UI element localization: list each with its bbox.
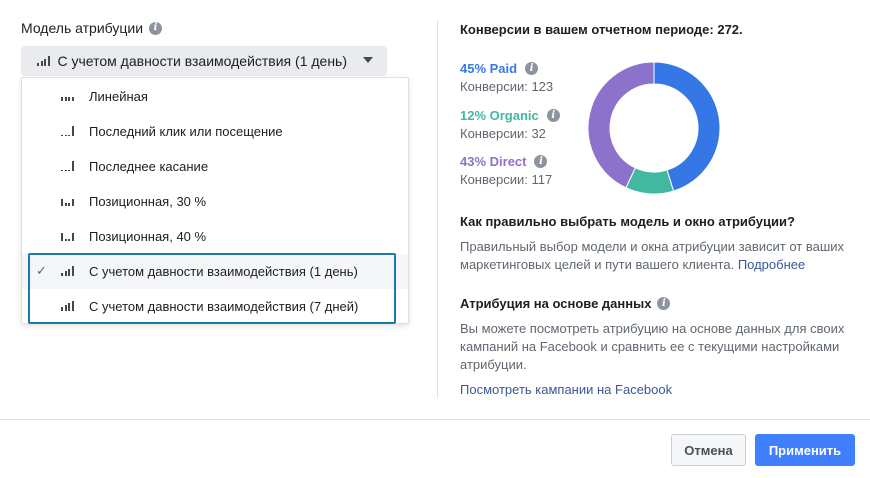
dropdown-option-label: Позиционная, 30 % (89, 194, 207, 209)
dropdown-option-label: Позиционная, 40 % (89, 229, 207, 244)
info-icon[interactable]: i (149, 21, 163, 35)
dropdown-option[interactable]: Последнее касание (22, 149, 408, 184)
dropdown-option-label: С учетом давности взаимодействия (1 день… (89, 264, 358, 279)
dropdown-option[interactable]: Последний клик или посещение (22, 114, 408, 149)
cancel-button[interactable]: Отмена (671, 434, 746, 466)
legend-direct-pct-row: 43% Direct i (460, 154, 552, 169)
attribution-model-dropdown: Линейная Последний клик или посещение Посл… (21, 77, 409, 324)
legend-organic-label: 12% Organic (460, 108, 539, 123)
position-based-bars-icon (61, 196, 74, 206)
data-driven-title-row: Атрибуция на основе данных i (460, 296, 671, 311)
footer-divider (0, 419, 870, 420)
legend-item-direct: 43% Direct i Конверсии: 117 (460, 154, 552, 187)
dropdown-option-label: С учетом давности взаимодействия (7 дней… (89, 299, 359, 314)
dropdown-option-label: Линейная (89, 89, 148, 104)
checkmark-icon: ✓ (36, 263, 47, 278)
conversions-title: Конверсии в вашем отчетном периоде: 272. (460, 22, 743, 37)
dropdown-option[interactable]: Позиционная, 30 % (22, 184, 408, 219)
dropdown-option-label: Последний клик или посещение (89, 124, 283, 139)
attribution-model-select[interactable]: С учетом давности взаимодействия (1 день… (21, 46, 387, 76)
last-touch-bars-icon (61, 161, 74, 171)
info-icon[interactable]: i (657, 297, 671, 310)
dropdown-option[interactable]: С учетом давности взаимодействия (7 дней… (22, 289, 408, 324)
attribution-model-label: Модель атрибуции (21, 20, 144, 36)
attribution-model-label-row: Модель атрибуции i (21, 20, 163, 36)
legend-organic-conversions: Конверсии: 32 (460, 126, 546, 141)
time-decay-bars-icon (37, 56, 50, 66)
legend-direct-label: 43% Direct (460, 154, 527, 169)
info-icon[interactable]: i (525, 62, 539, 75)
attribution-model-selected-value: С учетом давности взаимодействия (1 день… (57, 53, 348, 69)
dropdown-option[interactable]: Линейная (22, 79, 408, 114)
last-click-bars-icon (61, 126, 74, 136)
legend-paid-pct-row: 45% Paid i (460, 61, 553, 76)
info-icon[interactable]: i (546, 109, 560, 122)
legend-paid-conversions: Конверсии: 123 (460, 79, 554, 94)
help-text: Правильный выбор модели и окна атрибуции… (460, 238, 855, 274)
linear-bars-icon (61, 91, 74, 101)
legend-item-organic: 12% Organic i Конверсии: 32 (460, 108, 560, 141)
dropdown-option[interactable]: Позиционная, 40 % (22, 219, 408, 254)
time-decay-bars-icon (61, 266, 74, 276)
donut-slice-direct (587, 61, 655, 189)
dropdown-option-label: Последнее касание (89, 159, 209, 174)
legend-direct-conversions: Конверсии: 117 (460, 172, 553, 187)
info-icon[interactable]: i (534, 155, 548, 168)
view-facebook-campaigns-link[interactable]: Посмотреть кампании на Facebook (460, 381, 855, 399)
legend-item-paid: 45% Paid i Конверсии: 123 (460, 61, 553, 94)
time-decay-bars-icon (61, 301, 74, 311)
position-based-bars-icon (61, 231, 74, 241)
conversions-donut-chart (587, 61, 721, 195)
caret-down-icon (363, 57, 373, 63)
help-title: Как правильно выбрать модель и окно атри… (460, 214, 795, 229)
data-driven-title: Атрибуция на основе данных (460, 296, 652, 311)
vertical-divider (437, 20, 438, 398)
learn-more-link[interactable]: Подробнее (738, 257, 805, 272)
dropdown-option[interactable]: ✓ С учетом давности взаимодействия (1 ден… (22, 254, 408, 289)
apply-button[interactable]: Применить (755, 434, 855, 466)
legend-paid-label: 45% Paid (460, 61, 518, 76)
legend-organic-pct-row: 12% Organic i (460, 108, 560, 123)
data-driven-text: Вы можете посмотреть атрибуцию на основе… (460, 321, 845, 372)
